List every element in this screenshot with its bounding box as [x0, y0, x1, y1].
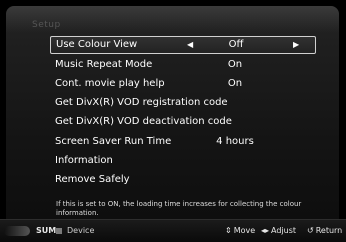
sum-pill-icon [4, 226, 30, 236]
menu-item-label: Screen Saver Run Time [55, 136, 172, 147]
menu-item-label: Use Colour View [56, 39, 138, 50]
return-hint: ↺ Return [307, 220, 342, 242]
menu-item-label: Remove Safely [55, 174, 130, 185]
menu-item-use-colour-view[interactable]: Use Colour View ◀ Off ▶ [50, 36, 316, 54]
menu-item-divx-registration[interactable]: Get DivX(R) VOD registration code [50, 94, 316, 112]
menu-item-label: Information [55, 155, 113, 166]
device-square-icon [56, 228, 62, 234]
menu-item-label: Get DivX(R) VOD registration code [55, 97, 228, 108]
move-icon: ⇕ [225, 226, 232, 235]
menu-item-remove-safely[interactable]: Remove Safely [50, 171, 316, 189]
menu-item-music-repeat-mode[interactable]: Music Repeat Mode On [50, 56, 316, 74]
menu-item-divx-deactivation[interactable]: Get DivX(R) VOD deactivation code [50, 113, 316, 131]
adjust-hint: ◂▸ Adjust [261, 220, 296, 242]
move-label: Move [233, 226, 256, 235]
panel-title-watermark: Setup [32, 20, 61, 30]
menu-item-screen-saver-run-time[interactable]: Screen Saver Run Time 4 hours [50, 133, 316, 151]
device-label[interactable]: Device [67, 220, 94, 242]
move-hint: ⇕ Move [225, 220, 255, 242]
return-label: Return [315, 226, 343, 235]
menu-item-label: Get DivX(R) VOD deactivation code [55, 116, 232, 127]
menu-item-cont-movie-play-help[interactable]: Cont. movie play help On [50, 75, 316, 93]
sum-label[interactable]: SUM [36, 220, 56, 242]
footer-bar: SUM Device ⇕ Move ◂▸ Adjust ↺ Return [0, 219, 346, 242]
right-arrow-icon[interactable]: ▶ [293, 37, 299, 53]
return-icon: ↺ [307, 226, 314, 235]
help-text: If this is set to ON, the loading time i… [56, 200, 302, 217]
left-arrow-icon[interactable]: ◀ [187, 37, 193, 53]
menu-item-information[interactable]: Information [50, 152, 316, 170]
menu-item-label: Cont. movie play help [55, 78, 165, 89]
adjust-icon: ◂▸ [261, 226, 270, 235]
menu-item-label: Music Repeat Mode [55, 59, 153, 70]
adjust-label: Adjust [271, 226, 297, 235]
